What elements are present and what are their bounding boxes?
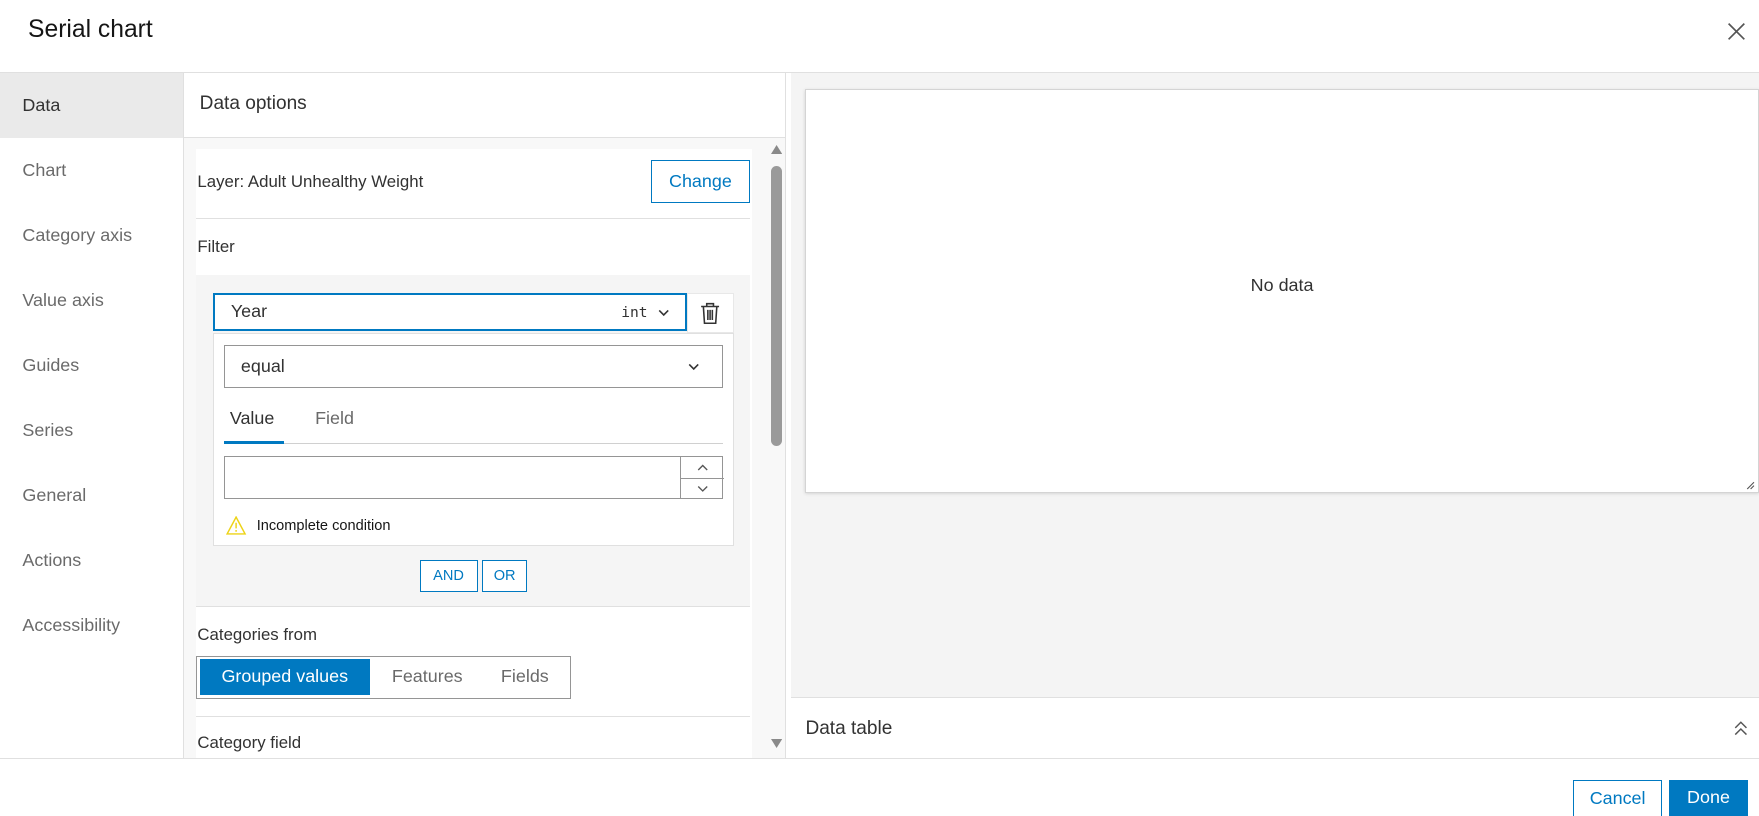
preview-panel: No data Data table bbox=[790, 72, 1759, 760]
data-table-label: Data table bbox=[805, 717, 893, 739]
and-button[interactable]: AND bbox=[419, 559, 478, 593]
condition-card: equal Value Field Incomplete condition bbox=[213, 333, 734, 547]
nav-item-value-axis[interactable]: Value axis bbox=[0, 268, 183, 333]
dialog-title: Serial chart bbox=[28, 15, 153, 43]
segment-grouped-values[interactable]: Grouped values bbox=[199, 659, 371, 696]
scrollbar-thumb[interactable] bbox=[770, 166, 782, 447]
data-options-panel: Data options Layer: Adult Unhealthy Weig… bbox=[183, 72, 786, 759]
operator-value: equal bbox=[240, 356, 285, 377]
nav-item-chart[interactable]: Chart bbox=[0, 138, 183, 203]
nav-item-actions[interactable]: Actions bbox=[0, 528, 183, 593]
data-table-bar[interactable]: Data table bbox=[790, 696, 1759, 760]
nav-item-data[interactable]: Data bbox=[0, 72, 183, 138]
data-options-content: Layer: Adult Unhealthy Weight Change Fil… bbox=[196, 149, 752, 759]
increment-button[interactable] bbox=[680, 457, 725, 479]
tab-field[interactable]: Field bbox=[315, 408, 354, 429]
nav-item-accessibility[interactable]: Accessibility bbox=[0, 593, 183, 658]
divider bbox=[196, 715, 751, 717]
chevron-up-icon bbox=[697, 464, 708, 471]
category-field-label: Category field bbox=[197, 732, 302, 752]
resize-handle-icon[interactable] bbox=[1745, 480, 1755, 490]
segment-features[interactable]: Features bbox=[377, 659, 478, 695]
panel-divider bbox=[785, 72, 787, 759]
segment-fields[interactable]: Fields bbox=[484, 659, 565, 695]
trash-icon bbox=[700, 302, 719, 324]
chevron-down-icon bbox=[689, 363, 700, 370]
tab-value[interactable]: Value bbox=[230, 408, 275, 429]
number-stepper bbox=[679, 457, 725, 498]
warning-text: Incomplete condition bbox=[256, 518, 391, 535]
done-button[interactable]: Done bbox=[1669, 779, 1748, 816]
chevron-down-icon bbox=[697, 485, 708, 492]
nav-item-guides[interactable]: Guides bbox=[0, 333, 183, 398]
divider bbox=[196, 217, 751, 219]
scroll-up-arrow-icon[interactable] bbox=[770, 144, 782, 154]
value-input[interactable] bbox=[224, 456, 725, 500]
sidebar-nav: Data Chart Category axis Value axis Guid… bbox=[0, 72, 183, 758]
scroll-down-arrow-icon[interactable] bbox=[770, 739, 782, 749]
nav-item-category-axis[interactable]: Category axis bbox=[0, 203, 183, 268]
close-icon[interactable] bbox=[1723, 18, 1750, 45]
data-options-scroll: Layer: Adult Unhealthy Weight Change Fil… bbox=[183, 137, 768, 759]
operator-select[interactable]: equal bbox=[224, 345, 724, 388]
warning-icon bbox=[226, 515, 247, 535]
chevron-double-up-icon[interactable] bbox=[1733, 720, 1749, 738]
field-type-badge: int bbox=[621, 303, 648, 321]
active-tab-indicator bbox=[224, 440, 284, 445]
filter-field-value: Year bbox=[230, 301, 268, 322]
or-button[interactable]: OR bbox=[482, 559, 527, 593]
filter-label: Filter bbox=[197, 236, 235, 256]
change-layer-button[interactable]: Change bbox=[650, 160, 751, 203]
categories-from-label: Categories from bbox=[197, 624, 318, 644]
divider bbox=[196, 605, 751, 607]
delete-filter-button[interactable] bbox=[686, 292, 734, 334]
data-options-title: Data options bbox=[183, 73, 786, 138]
filter-field-select[interactable]: Year int bbox=[213, 292, 687, 331]
categories-from-segmented: Grouped values Features Fields bbox=[196, 656, 571, 699]
serial-chart-dialog: Serial chart Data Chart Category axis Va… bbox=[0, 0, 1759, 816]
decrement-button[interactable] bbox=[681, 479, 725, 498]
filter-box: Year int equal Value Field Incomplete co… bbox=[196, 274, 751, 607]
footer-divider bbox=[0, 758, 1759, 760]
cancel-button[interactable]: Cancel bbox=[1572, 779, 1663, 816]
no-data-text: No data bbox=[1250, 274, 1314, 295]
layer-label: Layer: Adult Unhealthy Weight bbox=[197, 171, 424, 191]
nav-item-series[interactable]: Series bbox=[0, 398, 183, 463]
chart-preview: No data bbox=[805, 88, 1759, 494]
scrollbar[interactable] bbox=[767, 137, 786, 759]
tab-divider bbox=[224, 442, 724, 445]
nav-item-general[interactable]: General bbox=[0, 463, 183, 528]
chevron-down-icon bbox=[658, 309, 669, 317]
